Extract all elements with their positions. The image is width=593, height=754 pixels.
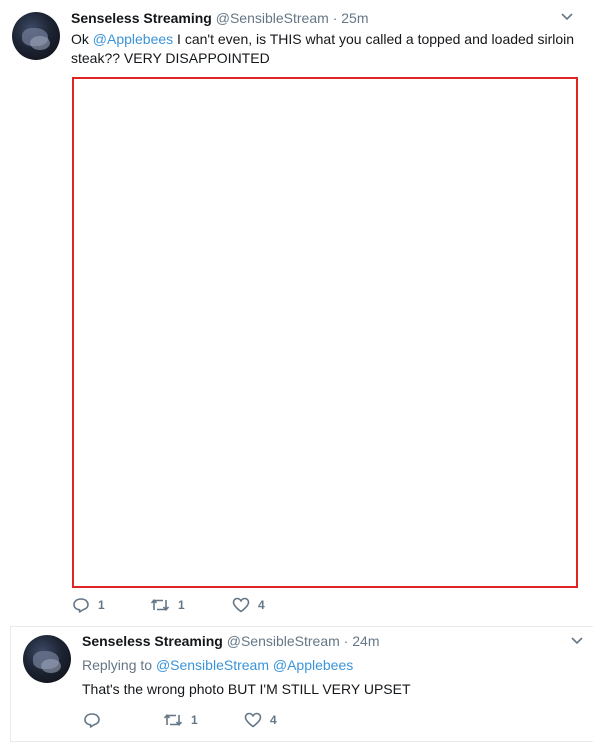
tweet-text: Ok @Applebees I can't even, is THIS what…	[71, 30, 576, 68]
replying-to: Replying to @SensibleStream @Applebees	[82, 656, 353, 674]
reply-icon	[72, 597, 90, 613]
like-count: 4	[258, 598, 265, 612]
timestamp[interactable]: 25m	[341, 10, 368, 26]
chevron-down-icon[interactable]	[561, 13, 573, 21]
tweet-header: Senseless Streaming @SensibleStream · 25…	[71, 9, 368, 27]
like-button[interactable]: 4	[244, 712, 277, 728]
tweet-actions: 1 4	[83, 712, 383, 730]
mention-link[interactable]: @SensibleStream	[156, 657, 269, 673]
tweet-actions: 1 1 4	[72, 597, 372, 615]
retweet-button[interactable]: 1	[163, 712, 198, 728]
timestamp[interactable]: 24m	[352, 633, 379, 649]
retweet-count: 1	[191, 713, 198, 727]
author-name[interactable]: Senseless Streaming	[82, 633, 223, 649]
reply-icon	[83, 712, 101, 728]
avatar[interactable]	[23, 635, 71, 683]
author-name[interactable]: Senseless Streaming	[71, 10, 212, 26]
divider	[10, 741, 593, 742]
author-handle[interactable]: @SensibleStream	[227, 633, 340, 649]
avatar[interactable]	[12, 12, 60, 60]
mention-link[interactable]: @Applebees	[93, 31, 173, 47]
avatar-figure-detail	[41, 659, 61, 673]
tweet-media[interactable]	[72, 77, 578, 588]
tweet-text: That's the wrong photo BUT I'M STILL VER…	[82, 681, 411, 697]
avatar-figure-detail	[30, 36, 50, 50]
heart-icon	[244, 712, 262, 728]
like-count: 4	[270, 713, 277, 727]
reply-button[interactable]: 1	[72, 597, 105, 613]
separator: ·	[343, 633, 349, 649]
reply-count: 1	[98, 598, 105, 612]
heart-icon	[232, 597, 250, 613]
reply-button[interactable]	[83, 712, 109, 728]
reply-tweet[interactable]: Senseless Streaming @SensibleStream · 24…	[10, 626, 593, 742]
tweet-text-start: Ok	[71, 31, 93, 47]
replying-to-label: Replying to	[82, 657, 153, 673]
retweet-icon	[150, 597, 170, 613]
retweet-icon	[163, 712, 183, 728]
author-handle[interactable]: @SensibleStream	[216, 10, 329, 26]
tweet-header: Senseless Streaming @SensibleStream · 24…	[82, 632, 379, 650]
like-button[interactable]: 4	[232, 597, 265, 613]
chevron-down-icon[interactable]	[571, 637, 583, 645]
tweet[interactable]: Senseless Streaming @SensibleStream · 25…	[0, 0, 593, 626]
separator: ·	[332, 10, 338, 26]
retweet-count: 1	[178, 598, 185, 612]
retweet-button[interactable]: 1	[150, 597, 185, 613]
mention-link[interactable]: @Applebees	[273, 657, 353, 673]
